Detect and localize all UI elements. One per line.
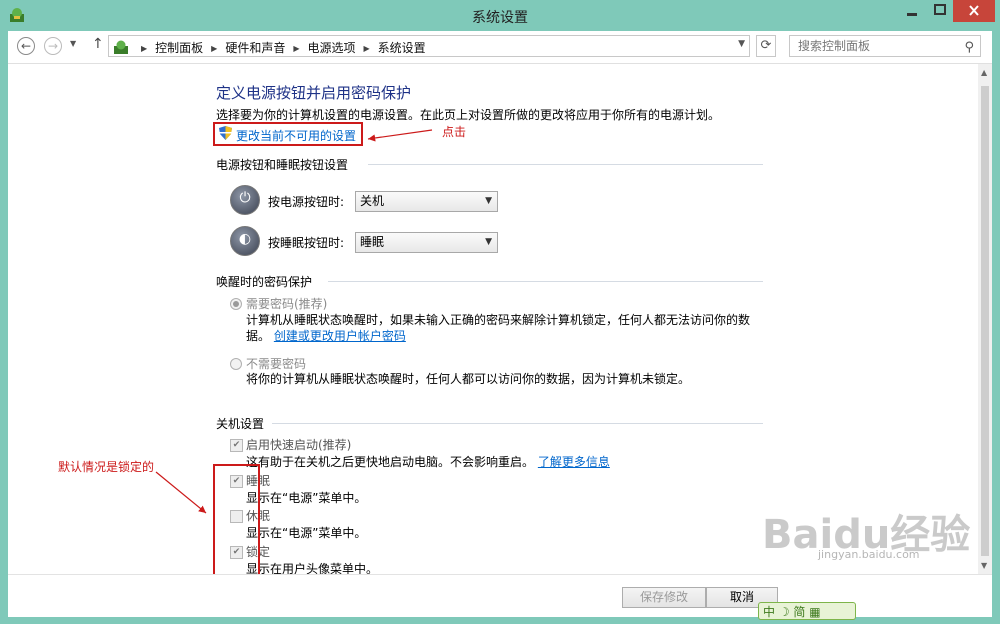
search-placeholder: 搜索控制面板 bbox=[798, 39, 871, 53]
breadcrumb-system-settings[interactable]: 系统设置 bbox=[378, 41, 426, 55]
watermark-url: jingyan.baidu.com bbox=[818, 548, 920, 561]
annotation-arrows bbox=[155, 129, 433, 514]
breadcrumb: ▶ 控制面板 ▶ 硬件和声音 ▶ 电源选项 ▶ 系统设置 bbox=[133, 39, 426, 56]
vertical-scrollbar[interactable]: ▲ ▼ bbox=[978, 64, 992, 574]
breadcrumb-hardware-sound[interactable]: 硬件和声音 bbox=[225, 41, 285, 55]
address-bar: ← → ▼ ↑ ▶ 控制面板 ▶ 硬件和声音 ▶ 电源选项 ▶ 系统设置 ▼ ⟳ 搜索控制面板… bbox=[8, 31, 992, 64]
back-button[interactable]: ← bbox=[17, 37, 35, 55]
breadcrumb-separator-icon[interactable]: ▶ bbox=[364, 44, 370, 53]
main-content: 定义电源按钮并启用密码保护 选择要为你的计算机设置的电源设置。在此页上对设置所做… bbox=[8, 64, 978, 574]
title-bar: 系统设置 bbox=[0, 0, 1000, 31]
breadcrumb-separator-icon[interactable]: ▶ bbox=[141, 44, 147, 53]
breadcrumb-separator-icon[interactable]: ▶ bbox=[211, 44, 217, 53]
ime-toolbar[interactable]: 中 ☽ 简 ▦ bbox=[758, 602, 856, 620]
breadcrumb-control-panel[interactable]: 控制面板 bbox=[155, 41, 203, 55]
minimize-button[interactable] bbox=[898, 0, 926, 22]
scrollbar-thumb[interactable] bbox=[981, 86, 989, 556]
recent-locations-icon[interactable]: ▼ bbox=[70, 39, 76, 48]
breadcrumb-separator-icon[interactable]: ▶ bbox=[293, 44, 299, 53]
control-panel-icon bbox=[114, 40, 128, 54]
search-input[interactable]: 搜索控制面板 ⚲ bbox=[789, 35, 981, 57]
address-dropdown-icon[interactable]: ▼ bbox=[738, 39, 745, 49]
window-title: 系统设置 bbox=[472, 10, 528, 26]
forward-button[interactable]: → bbox=[44, 37, 62, 55]
scroll-up-icon[interactable]: ▲ bbox=[981, 68, 987, 77]
scroll-down-icon[interactable]: ▼ bbox=[981, 561, 987, 570]
maximize-button[interactable] bbox=[926, 0, 954, 22]
save-changes-button[interactable]: 保存修改 bbox=[622, 587, 706, 608]
close-button[interactable] bbox=[953, 0, 995, 22]
breadcrumb-power-options[interactable]: 电源选项 bbox=[308, 41, 356, 55]
address-field[interactable]: ▶ 控制面板 ▶ 硬件和声音 ▶ 电源选项 ▶ 系统设置 ▼ bbox=[108, 35, 750, 57]
search-icon[interactable]: ⚲ bbox=[964, 38, 974, 58]
refresh-button[interactable]: ⟳ bbox=[756, 35, 776, 57]
up-arrow-icon[interactable]: ↑ bbox=[92, 36, 104, 52]
